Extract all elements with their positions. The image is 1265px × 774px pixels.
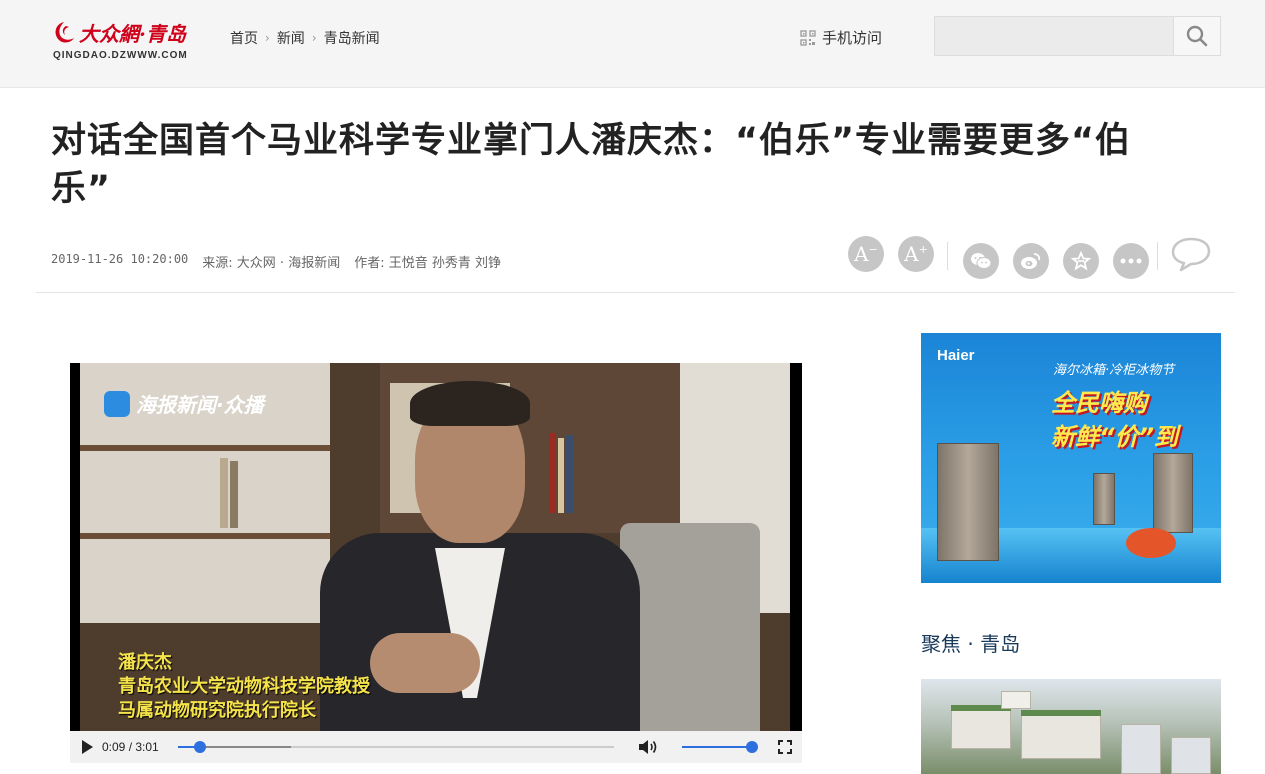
book-spine (566, 435, 574, 513)
breadcrumb-qingdao-news[interactable]: 青岛新闻 (324, 28, 380, 48)
caption-role: 马属动物研究院执行院长 (118, 700, 316, 721)
volume-handle[interactable] (746, 741, 758, 753)
book-spine (558, 438, 564, 513)
font-decrease-button[interactable]: A − (848, 236, 884, 272)
video-controls: 0:09 / 3:01 (70, 731, 802, 763)
watermark-logo-icon (104, 390, 130, 417)
qr-code-icon (800, 29, 816, 46)
logo-text: 大众網·青岛 (79, 22, 186, 46)
caption-name: 潘庆杰 (118, 652, 172, 673)
font-decrease-icon: A (854, 242, 869, 266)
ad-fridge-image (1093, 473, 1115, 525)
ad-lobster-image (1126, 528, 1176, 558)
volume-icon[interactable] (638, 739, 658, 755)
person-hands (370, 633, 480, 693)
search-button[interactable] (1173, 17, 1220, 55)
article-title-line1: 对话全国首个马业科学专业掌门人潘庆杰：“伯乐”专业需要更多“伯 (51, 121, 1132, 161)
favorite-icon (1071, 251, 1091, 271)
progress-bar[interactable] (178, 741, 614, 753)
comment-icon (1171, 237, 1211, 272)
breadcrumb-news[interactable]: 新闻 (277, 28, 305, 48)
person-hair (410, 381, 530, 426)
play-icon[interactable] (82, 740, 93, 754)
shelf-board (80, 533, 330, 539)
focus-news-image[interactable] (921, 679, 1221, 774)
logo-swirl-icon (55, 21, 74, 42)
chevron-right-icon: › (265, 31, 270, 45)
search-input[interactable] (935, 17, 1173, 55)
image-building (1121, 724, 1161, 774)
tool-divider (947, 242, 948, 270)
volume-fill (682, 746, 752, 748)
image-roof (1021, 710, 1101, 716)
book-spine (550, 433, 556, 513)
video-frame[interactable]: 海报新闻·众播 潘庆杰 青岛农业大学动物科技学院教授 马属动物研究院执行院长 (80, 363, 790, 731)
shelf-board (80, 445, 330, 451)
article-tools: A − A + (0, 236, 1265, 282)
article-title: 对话全国首个马业科学专业掌门人潘庆杰：“伯乐”专业需要更多“伯 乐” (51, 117, 1221, 213)
share-wechat-button[interactable] (963, 243, 999, 279)
fullscreen-icon[interactable] (778, 740, 792, 754)
search-icon (1186, 25, 1208, 47)
chair (620, 523, 760, 731)
font-increase-icon: A (904, 242, 919, 266)
mobile-access-label: 手机访问 (822, 29, 883, 47)
book-spine (220, 458, 228, 528)
volume-slider[interactable] (682, 741, 758, 753)
progress-handle[interactable] (193, 741, 206, 753)
ad-fridge-image (1153, 453, 1193, 533)
video-watermark: 海报新闻·众播 (104, 389, 264, 418)
video-player[interactable]: 海报新闻·众播 潘庆杰 青岛农业大学动物科技学院教授 马属动物研究院执行院长 0… (70, 363, 802, 763)
watermark-text: 海报新闻·众播 (136, 393, 264, 417)
search-box (934, 16, 1221, 56)
image-building (1171, 737, 1211, 774)
image-building (1021, 714, 1101, 759)
book-spine (230, 461, 238, 528)
ad-tagline: 海尔冰箱·冷柜冰物节 (1053, 363, 1175, 378)
breadcrumb-home[interactable]: 首页 (230, 28, 258, 48)
video-caption: 潘庆杰 青岛农业大学动物科技学院教授 马属动物研究院执行院长 (118, 651, 370, 723)
video-time: 0:09 / 3:01 (102, 740, 159, 754)
top-bar: 大众網·青岛 QINGDAO.DZWWW.COM 首页 › 新闻 › 青岛新闻 … (0, 0, 1265, 88)
site-logo[interactable]: 大众網·青岛 QINGDAO.DZWWW.COM (51, 12, 211, 64)
haier-ad-banner[interactable]: Haier 海尔冰箱·冷柜冰物节 全民嗨购 新鲜“价”到 (921, 333, 1221, 583)
share-weibo-button[interactable] (1013, 243, 1049, 279)
meta-divider (36, 292, 1235, 293)
more-icon (1120, 258, 1142, 264)
favorite-button[interactable] (1063, 243, 1099, 279)
ad-fridge-image (937, 443, 999, 561)
wechat-icon (971, 253, 992, 269)
more-button[interactable] (1113, 243, 1149, 279)
ad-brand: Haier (937, 347, 975, 364)
image-building (951, 709, 1011, 749)
mobile-access-link[interactable]: 手机访问 (800, 27, 882, 48)
font-increase-button[interactable]: A + (898, 236, 934, 272)
image-building (1001, 691, 1031, 709)
ad-headline: 全民嗨购 (1051, 389, 1147, 417)
weibo-icon (1021, 253, 1041, 269)
tool-divider (1157, 242, 1158, 270)
breadcrumb: 首页 › 新闻 › 青岛新闻 (230, 28, 380, 48)
logo-subtext: QINGDAO.DZWWW.COM (53, 50, 188, 61)
focus-section-title: 聚焦 · 青岛 (921, 632, 1021, 656)
ad-subheadline: 新鲜“价”到 (1051, 423, 1178, 451)
article-title-line2: 乐” (51, 169, 112, 209)
chevron-right-icon: › (311, 31, 317, 45)
comment-button[interactable] (1170, 236, 1212, 276)
caption-title: 青岛农业大学动物科技学院教授 (118, 676, 370, 697)
